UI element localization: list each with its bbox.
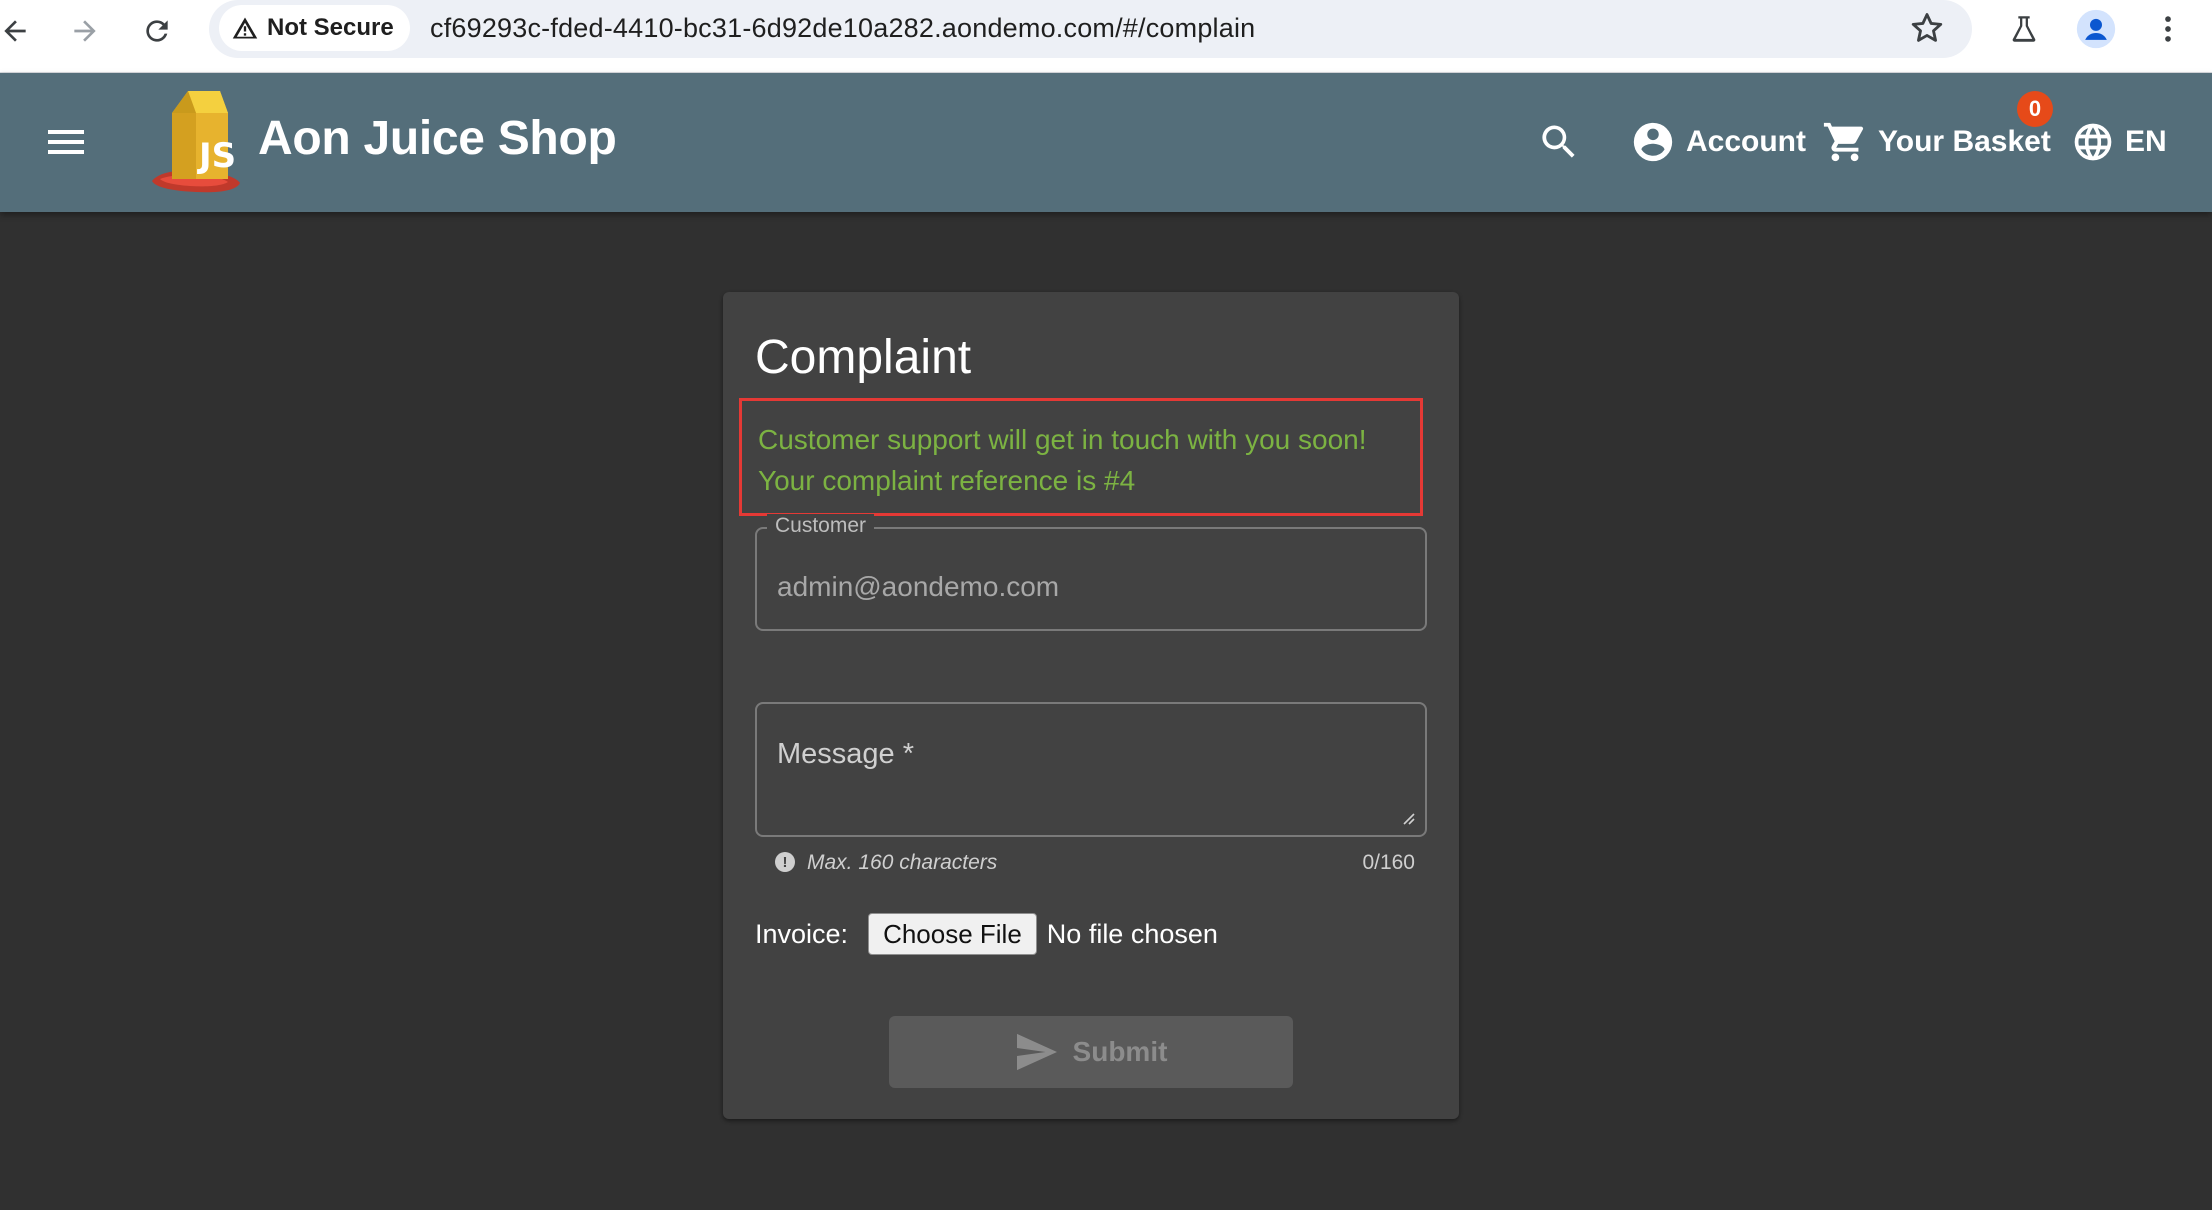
resize-handle-icon[interactable] — [1399, 809, 1415, 825]
hamburger-icon — [48, 130, 84, 154]
star-icon — [1911, 13, 1943, 42]
more-vertical-icon — [2165, 16, 2171, 42]
account-circle-icon — [1633, 122, 1673, 162]
forward-button[interactable] — [62, 8, 108, 54]
confirmation-highlight: Customer support will get in touch with … — [739, 398, 1423, 516]
customer-label: Customer — [767, 514, 875, 538]
sidenav-menu-button[interactable] — [38, 114, 94, 170]
labs-button[interactable] — [2003, 8, 2045, 50]
chrome-menu-button[interactable] — [2147, 8, 2189, 50]
send-icon — [1016, 1033, 1057, 1071]
submit-button[interactable]: Submit — [889, 1016, 1293, 1088]
back-button[interactable] — [0, 8, 38, 54]
info-icon: ! — [775, 852, 795, 872]
browser-toolbar: Not Secure cf69293c-fded-4410-bc31-6d92d… — [0, 0, 2212, 73]
back-arrow-icon — [4, 20, 26, 42]
search-button[interactable] — [1537, 111, 1581, 173]
security-indicator[interactable]: Not Secure — [219, 5, 410, 51]
no-file-chosen-text: No file chosen — [1046, 918, 1218, 949]
security-label: Not Secure — [267, 14, 394, 41]
juice-shop-logo[interactable]: JS — [146, 83, 246, 201]
basket-label: Your Basket — [1878, 125, 2051, 158]
customer-field: Customer admin@aondemo.com — [755, 514, 1427, 631]
search-icon — [1542, 125, 1575, 158]
app-title[interactable]: Aon Juice Shop — [258, 111, 617, 166]
profile-avatar-icon — [2076, 9, 2116, 49]
confirmation-line-1: Customer support will get in touch with … — [758, 424, 1367, 455]
globe-icon — [2074, 123, 2112, 161]
app-toolbar: JS Aon Juice Shop Account Your Basket EN — [0, 73, 2212, 212]
address-bar[interactable]: Not Secure cf69293c-fded-4410-bc31-6d92d… — [209, 0, 1972, 58]
reload-button[interactable] — [134, 8, 180, 54]
confirmation-line-2: Your complaint reference is #4 — [758, 465, 1136, 496]
confirmation-message: Customer support will get in touch with … — [758, 419, 1418, 501]
message-hint-row: ! Max. 160 characters 0/160 — [775, 849, 1415, 879]
logo-icon: JS — [152, 91, 240, 193]
basket-count-badge: 0 — [2017, 91, 2053, 127]
message-label: Message * — [777, 738, 915, 770]
choose-file-button[interactable]: Choose File — [868, 913, 1037, 955]
forward-arrow-icon — [74, 20, 96, 42]
shopping-cart-icon — [1823, 122, 1864, 162]
page-title: Complaint — [755, 331, 972, 384]
character-counter: 0/160 — [1362, 851, 1415, 874]
message-textarea[interactable]: Message * — [755, 702, 1427, 837]
message-hint: Max. 160 characters — [807, 851, 998, 874]
flask-icon — [2012, 16, 2036, 42]
customer-value: admin@aondemo.com — [777, 571, 1060, 602]
reload-icon — [146, 20, 168, 42]
language-label: EN — [2125, 125, 2167, 158]
invoice-label: Invoice: — [755, 918, 849, 949]
profile-button[interactable] — [2075, 8, 2117, 50]
language-button[interactable]: EN — [2071, 111, 2167, 173]
account-label: Account — [1686, 125, 1806, 158]
submit-label: Submit — [1072, 1036, 1168, 1067]
svg-text:JS: JS — [197, 136, 236, 176]
warning-icon — [232, 17, 258, 39]
url-text[interactable]: cf69293c-fded-4410-bc31-6d92de10a282.aon… — [430, 13, 1255, 44]
account-button[interactable]: Account — [1630, 111, 1806, 173]
complaint-card: Complaint Customer support will get in t… — [723, 292, 1459, 1119]
invoice-row: Invoice: Choose File No file chosen — [755, 912, 1218, 956]
bookmark-button[interactable] — [1908, 9, 1946, 47]
basket-button[interactable]: Your Basket — [1822, 111, 2051, 173]
